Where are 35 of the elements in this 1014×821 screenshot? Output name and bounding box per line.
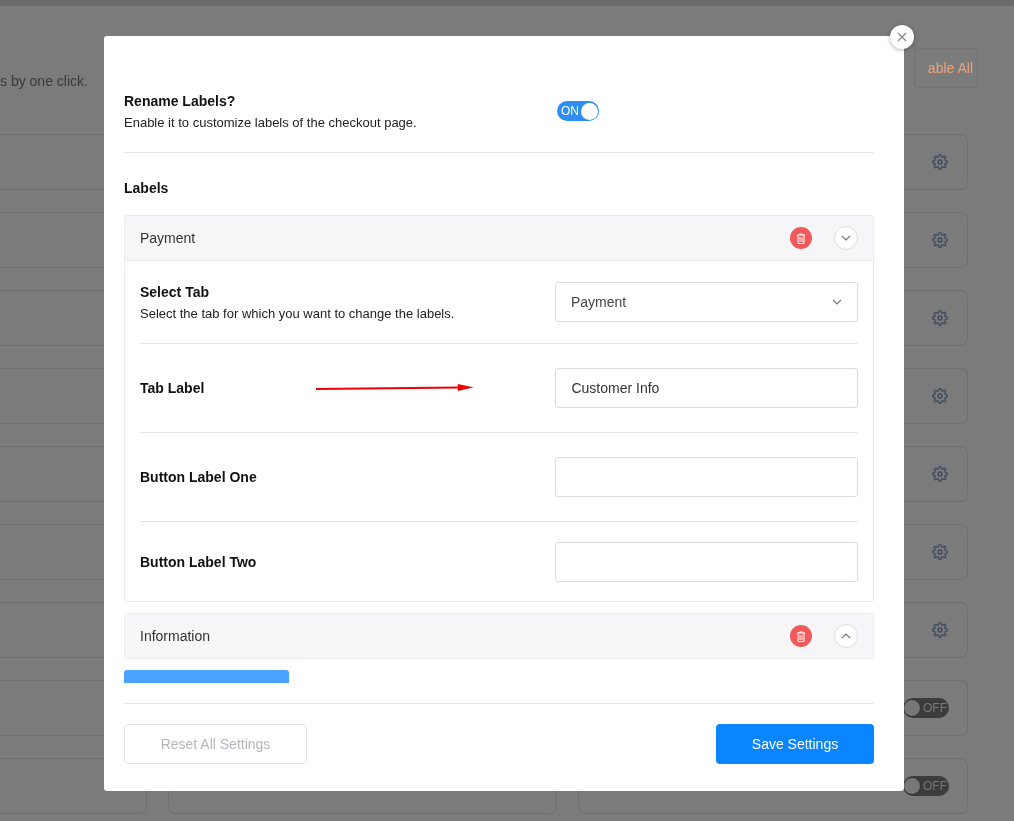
- gear-icon[interactable]: [932, 310, 948, 326]
- section-header[interactable]: Payment: [125, 216, 873, 260]
- gear-icon[interactable]: [932, 388, 948, 404]
- collapse-button[interactable]: [834, 624, 858, 648]
- delete-icon[interactable]: [790, 227, 812, 249]
- field-label: Select Tab: [140, 283, 210, 300]
- toggle-switch[interactable]: OFF: [903, 698, 949, 718]
- delete-icon[interactable]: [790, 625, 812, 647]
- gear-icon[interactable]: [932, 232, 948, 248]
- enable-all-button[interactable]: able All: [914, 48, 978, 88]
- gear-icon[interactable]: [932, 544, 948, 560]
- setting-title: Rename Labels?: [124, 93, 237, 109]
- gear-icon[interactable]: [932, 466, 948, 482]
- chevron-down-icon: [832, 299, 842, 305]
- gear-icon[interactable]: [932, 154, 948, 170]
- chevron-down-icon: [841, 235, 851, 241]
- setting-description: Enable it to customize labels of the checkout page.: [124, 115, 418, 130]
- toggle-switch[interactable]: ON: [557, 101, 599, 121]
- close-icon: [897, 32, 907, 42]
- save-button[interactable]: Save Settings: [716, 724, 874, 764]
- collapse-button[interactable]: [834, 226, 858, 250]
- gear-icon[interactable]: [932, 622, 948, 638]
- section-heading: Labels: [124, 180, 170, 196]
- field-description: Select the tab for which you want to change the labels.: [140, 305, 456, 321]
- field-label: Tab Label: [140, 380, 206, 396]
- label-input[interactable]: [555, 457, 858, 497]
- toggle-switch[interactable]: OFF: [903, 776, 949, 796]
- chevron-up-icon: [841, 633, 851, 639]
- section-header[interactable]: Information: [125, 614, 873, 658]
- tab-select[interactable]: Payment: [555, 282, 858, 322]
- field-label: Button Label One: [140, 469, 258, 485]
- field-label: Button Label Two: [140, 553, 258, 570]
- intro-text: s by one click.: [0, 73, 88, 91]
- label-input[interactable]: [555, 541, 858, 582]
- label-input[interactable]: Customer Info: [555, 368, 858, 408]
